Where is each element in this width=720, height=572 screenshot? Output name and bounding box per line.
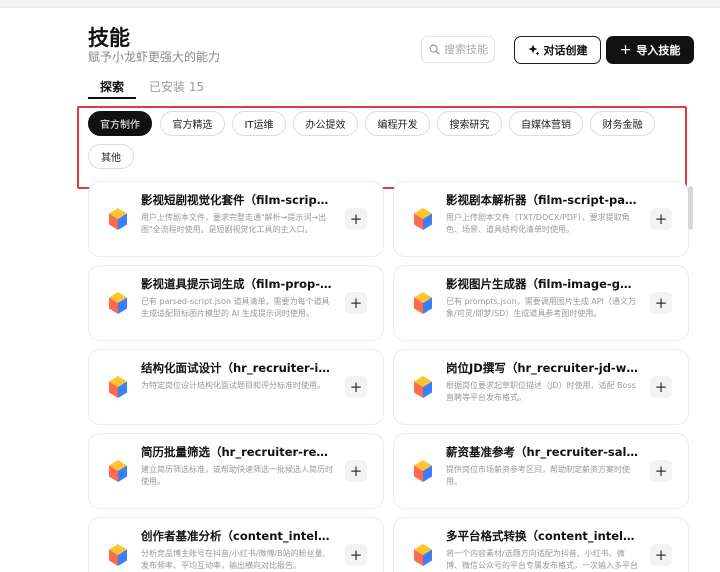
skill-description: 分析竞品博主账号在抖音/小红书/微博/B站的粉丝量、发布频率、平均互动率，输出横… [141,549,331,570]
skill-card[interactable]: 影视道具提示词生成（film-prop-pro… 已有 parsed-scrip… [88,265,384,341]
skill-description: 建立简历筛选标准，或帮助快速筛选一批候选人简历时使用。 [141,465,333,486]
top-strip [0,0,720,8]
add-skill-button[interactable]: + [650,208,672,230]
skill-card[interactable]: 创作者基准分析（content_intel-crea… 分析竞品博主账号在抖音/… [88,517,384,572]
import-skill-button[interactable]: + 导入技能 [606,36,694,64]
skill-logo-icon [109,292,127,314]
import-skill-label: 导入技能 [636,44,681,57]
skill-card[interactable]: 影视图片生成器（film-image-genera… 已有 prompts.js… [393,265,689,341]
chat-create-button[interactable]: 对话创建 [514,36,601,64]
add-skill-button[interactable]: + [650,376,672,398]
skill-logo-icon [109,376,127,398]
skill-card[interactable]: 结构化面试设计（hr_recruiter-interv… 为特定岗位设计结构化面… [88,349,384,425]
search-box[interactable] [421,36,496,63]
skill-logo-icon [109,208,127,230]
skill-card[interactable]: 岗位JD撰写（hr_recruiter-jd-writer） 根据岗位要求起草职… [393,349,689,425]
skill-description: 用户上传剧本文件（TXT/DOCX/PDF），要求提取角色、场景、道具结构化清单… [446,213,630,234]
search-icon [429,44,440,55]
skill-logo-icon [414,208,432,230]
add-skill-button[interactable]: + [345,460,367,482]
category-chip-research[interactable]: 搜索研究 [437,111,502,136]
skill-description: 已有 prompts.json，需要调用图片生成 API（通义万象/可灵/即梦/… [446,297,636,318]
category-chip-marketing[interactable]: 自媒体营销 [509,111,583,136]
skill-description: 将一个内容素材/选题方向适配为抖音、小红书、微博、微信公众号的平台专属发布格式，… [446,549,638,570]
category-chip-office[interactable]: 办公提效 [293,111,358,136]
skill-title: 影视剧本解析器（film-script-parser） [446,193,638,207]
add-skill-button[interactable]: + [650,460,672,482]
skill-title: 岗位JD撰写（hr_recruiter-jd-writer） [446,361,638,375]
skill-logo-icon [414,460,432,482]
skill-card[interactable]: 简历批量筛选（hr_recruiter-resume-… 建立简历筛选标准，或帮… [88,433,384,509]
add-skill-button[interactable]: + [345,292,367,314]
sparkle-icon [528,44,539,56]
search-input[interactable] [444,43,496,56]
skill-title: 多平台格式转换（content_intel-mult… [446,529,638,543]
skill-title: 影视图片生成器（film-image-genera… [446,277,638,291]
skill-card[interactable]: 多平台格式转换（content_intel-mult… 将一个内容素材/选题方向… [393,517,689,572]
add-skill-button[interactable]: + [345,376,367,398]
skill-card[interactable]: 影视剧本解析器（film-script-parser） 用户上传剧本文件（TXT… [393,181,689,257]
add-skill-button[interactable]: + [650,292,672,314]
page-subtitle: 赋予小龙虾更强大的能力 [88,50,221,64]
skill-title: 结构化面试设计（hr_recruiter-interv… [141,361,333,375]
add-skill-button[interactable]: + [345,544,367,566]
skill-logo-icon [414,544,432,566]
add-skill-button[interactable]: + [650,544,672,566]
tab-bar: 探索 已安装 15 [88,78,388,100]
skill-description: 已有 parsed-script.json 道具清单，需要为每个道具生成适配目标… [141,297,330,318]
skill-description: 提供岗位市场薪资参考区间，帮助制定薪资方案时使用。 [446,465,630,486]
skill-title: 薪资基准参考（hr_recruiter-salary-b… [446,445,638,459]
category-chip-finance[interactable]: 财务金融 [590,111,655,136]
skill-logo-icon [414,292,432,314]
category-chip-programming[interactable]: 编程开发 [365,111,430,136]
tab-active-underline [88,97,136,99]
scrollbar-thumb[interactable] [688,186,693,230]
category-chip-official[interactable]: 官方制作 [88,111,152,136]
skill-title: 影视道具提示词生成（film-prop-pro… [141,277,333,291]
skill-description: 用户上传剧本文件，要求完整走通"解析→提示词→出图"全流程时使用。是短剧视觉化工… [141,213,327,234]
tab-installed[interactable]: 已安装 15 [149,78,204,95]
skill-description: 根据岗位要求起草职位描述（JD）时使用，适配 Boss 直聘等平台发布格式。 [446,381,636,402]
add-skill-button[interactable]: + [345,208,367,230]
skill-card[interactable]: 影视短剧视觉化套件（film-script-vis… 用户上传剧本文件，要求完整… [88,181,384,257]
skill-logo-icon [109,544,127,566]
tab-explore[interactable]: 探索 [100,78,124,95]
skill-title: 创作者基准分析（content_intel-crea… [141,529,333,543]
skill-title: 影视短剧视觉化套件（film-script-vis… [141,193,333,207]
category-chip-other[interactable]: 其他 [88,144,134,169]
plus-icon: + [619,42,632,58]
skill-title: 简历批量筛选（hr_recruiter-resume-… [141,445,333,459]
chat-create-label: 对话创建 [543,44,588,57]
skill-logo-icon [109,460,127,482]
skill-logo-icon [414,376,432,398]
category-chip-it-ops[interactable]: IT运维 [232,111,286,136]
skill-card[interactable]: 薪资基准参考（hr_recruiter-salary-b… 提供岗位市场薪资参考… [393,433,689,509]
category-chip-featured[interactable]: 官方精选 [160,111,225,136]
skill-description: 为特定岗位设计结构化面试题目和评分标准时使用。 [141,381,325,390]
